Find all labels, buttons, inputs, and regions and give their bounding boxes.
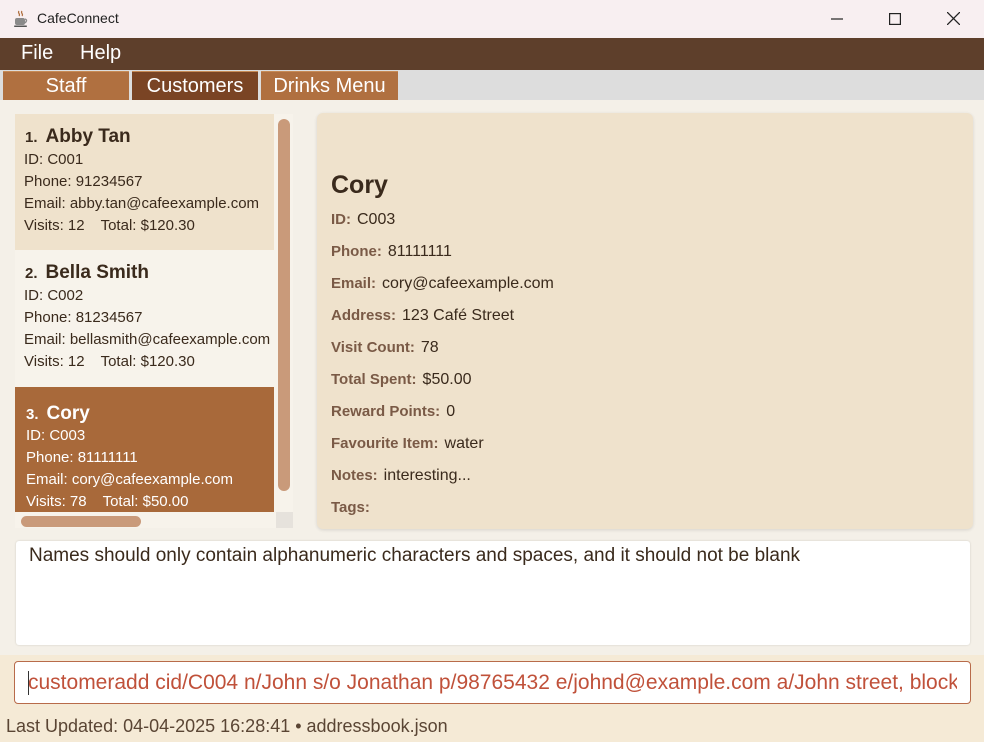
detail-favourite-item: Favourite Item: water	[331, 435, 484, 453]
detail-total-spent: Total Spent: $50.00	[331, 371, 471, 389]
status-text: Last Updated: 04-04-2025 16:28:41 • addr…	[6, 716, 448, 736]
card-id: ID: C003	[26, 427, 86, 444]
detail-email: Email: cory@cafeexample.com	[331, 275, 554, 293]
card-name: Abby Tan	[45, 126, 131, 147]
list-horizontal-scroll-thumb[interactable]	[21, 516, 141, 527]
window-title: CafeConnect	[37, 10, 119, 26]
customer-card[interactable]: 1. Abby Tan ID: C001 Phone: 91234567 Ema…	[15, 114, 274, 250]
card-stats: Visits: 78 Total: $50.00	[26, 493, 189, 510]
detail-label: Phone:	[331, 243, 382, 260]
customer-detail-panel: Cory ID: C003 Phone: 81111111 Email: cory@c…	[317, 113, 973, 529]
detail-value: water	[444, 435, 484, 452]
detail-notes: Notes: interesting...	[331, 467, 471, 485]
detail-label: Total Spent:	[331, 371, 417, 388]
menu-file[interactable]: File	[21, 42, 53, 65]
detail-label: Favourite Item:	[331, 435, 439, 452]
card-name: Bella Smith	[45, 262, 149, 283]
command-input[interactable]	[15, 662, 970, 703]
card-visits: Visits: 78	[26, 493, 87, 510]
detail-value: 0	[446, 403, 456, 420]
detail-value: C003	[357, 211, 396, 228]
tab-drinks-menu[interactable]: Drinks Menu	[261, 71, 398, 100]
card-index: 3.	[26, 406, 39, 423]
coffee-cup-icon	[13, 10, 29, 28]
card-email: Email: cory@cafeexample.com	[26, 471, 233, 488]
tab-strip: Staff Customers Drinks Menu	[0, 70, 984, 100]
list-vertical-scroll-thumb[interactable]	[278, 119, 290, 491]
detail-address: Address: 123 Café Street	[331, 307, 514, 325]
minimize-button[interactable]	[808, 0, 866, 38]
detail-visit-count: Visit Count: 78	[331, 339, 439, 357]
close-button[interactable]	[924, 0, 982, 38]
card-visits: Visits: 12	[24, 353, 85, 370]
card-email: Email: abby.tan@cafeexample.com	[24, 195, 260, 212]
customer-list[interactable]: 1. Abby Tan ID: C001 Phone: 91234567 Ema…	[15, 114, 293, 528]
card-phone: Phone: 81234567	[24, 309, 143, 326]
detail-label: Email:	[331, 275, 377, 292]
card-id: ID: C002	[24, 287, 84, 304]
detail-label: Address:	[331, 307, 397, 324]
menu-help[interactable]: Help	[80, 42, 121, 65]
card-phone: Phone: 81111111	[26, 449, 138, 466]
card-index: 1.	[25, 129, 38, 146]
menu-bar: File Help	[0, 38, 984, 70]
command-box[interactable]	[14, 661, 971, 704]
detail-label: Visit Count:	[331, 339, 415, 356]
detail-label: Tags:	[331, 499, 370, 516]
tab-customers[interactable]: Customers	[132, 71, 258, 100]
card-total: Total: $120.30	[100, 353, 195, 370]
detail-value: $50.00	[422, 371, 472, 388]
detail-value: interesting...	[383, 467, 471, 484]
detail-label: Reward Points:	[331, 403, 441, 420]
scroll-corner	[276, 512, 293, 528]
result-display[interactable]: Names should only contain alphanumeric c…	[16, 541, 970, 645]
detail-label: ID:	[331, 211, 351, 228]
text-caret	[28, 671, 29, 695]
customer-card[interactable]: 2. Bella Smith ID: C002 Phone: 81234567 …	[15, 250, 274, 386]
card-email: Email: bellasmith@cafeexample.com	[24, 331, 271, 348]
card-id: ID: C001	[24, 151, 84, 168]
card-stats: Visits: 12 Total: $120.30	[24, 353, 195, 370]
minimize-icon	[831, 10, 843, 29]
customer-card-selected[interactable]: 3. Cory ID: C003 Phone: 81111111 Email: …	[15, 387, 274, 512]
result-message: Names should only contain alphanumeric c…	[29, 545, 801, 566]
card-total: Total: $120.30	[100, 217, 195, 234]
maximize-icon	[889, 10, 902, 29]
detail-tags: Tags:	[331, 499, 376, 517]
detail-value: 78	[420, 339, 439, 356]
title-bar: CafeConnect	[0, 0, 984, 38]
maximize-button[interactable]	[866, 0, 924, 38]
detail-id: ID: C003	[331, 211, 395, 229]
detail-reward-points: Reward Points: 0	[331, 403, 455, 421]
detail-value: 81111111	[387, 243, 452, 260]
card-total: Total: $50.00	[102, 493, 189, 510]
tab-staff[interactable]: Staff	[3, 71, 129, 100]
detail-value: 123 Café Street	[402, 307, 515, 324]
status-bar: Last Updated: 04-04-2025 16:28:41 • addr…	[0, 712, 984, 742]
close-icon	[946, 10, 960, 29]
card-name: Cory	[46, 403, 90, 424]
card-phone: Phone: 91234567	[24, 173, 143, 190]
detail-phone: Phone: 81111111	[331, 243, 452, 261]
card-index: 2.	[25, 265, 38, 282]
card-visits: Visits: 12	[24, 217, 85, 234]
card-stats: Visits: 12 Total: $120.30	[24, 217, 195, 234]
detail-value: cory@cafeexample.com	[382, 275, 554, 292]
detail-name: Cory	[331, 171, 388, 199]
detail-label: Notes:	[331, 467, 378, 484]
